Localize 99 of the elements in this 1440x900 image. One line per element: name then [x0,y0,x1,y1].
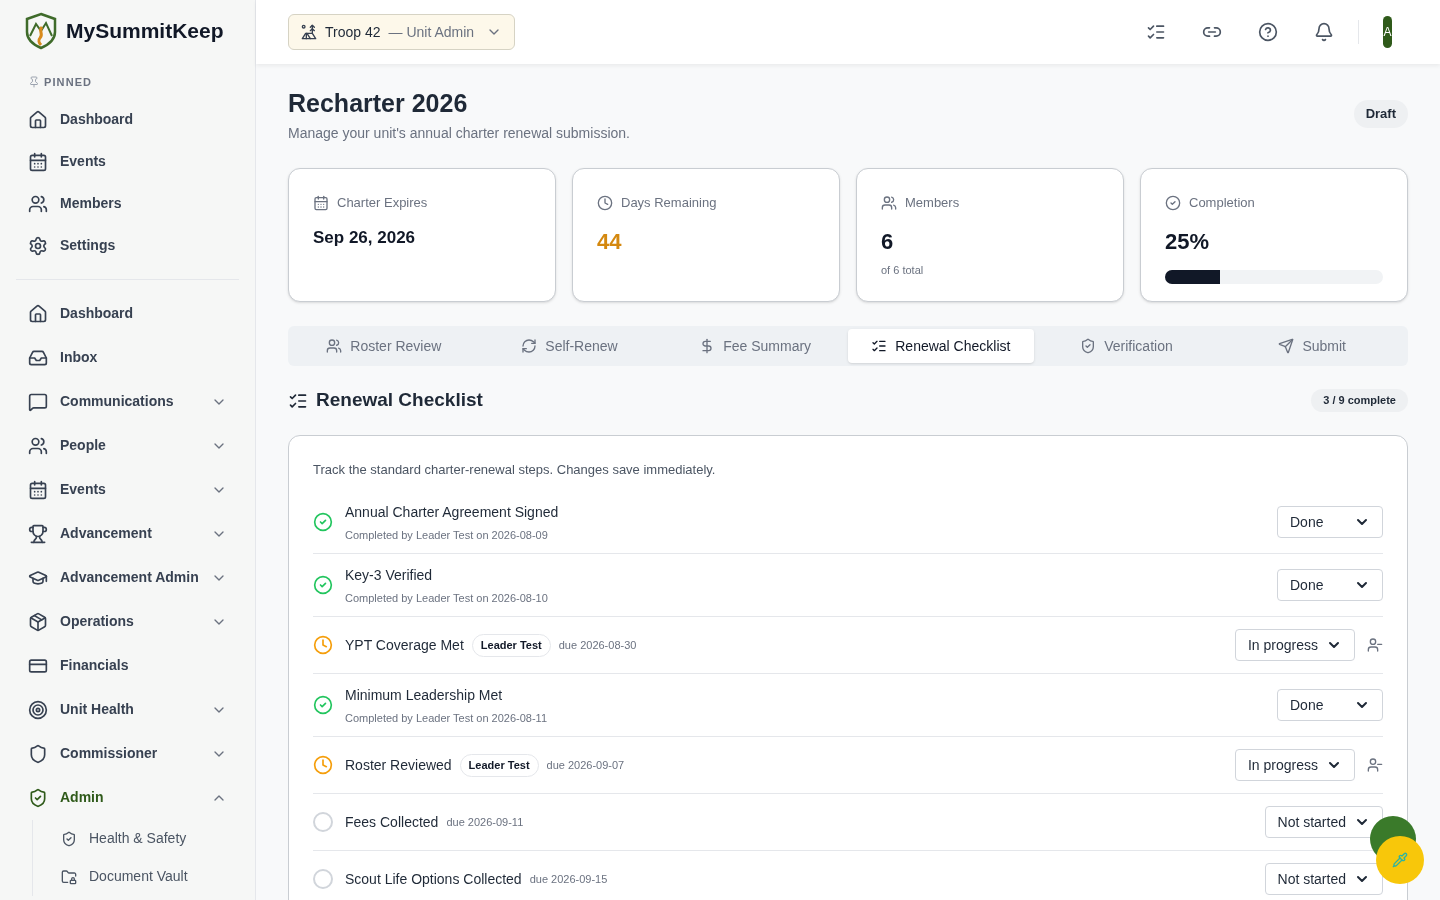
shield-check-icon [28,787,48,808]
status-select[interactable]: Done [1277,506,1383,539]
box-icon [28,611,48,632]
tab[interactable]: Submit [1219,329,1405,364]
due-date: due 2026-09-07 [546,758,625,773]
users-icon [326,338,343,355]
stat-label: Charter Expires [337,194,428,213]
sidebar-item[interactable]: Dashboard [0,98,255,141]
tab[interactable]: Roster Review [291,329,477,364]
message-icon [28,391,48,412]
users-icon [881,195,897,211]
calendar-icon [313,195,329,211]
shield-check-icon [61,830,77,847]
sidebar-item[interactable]: Operations [0,599,255,644]
tent-icon [301,24,317,40]
sidebar-item[interactable]: Inbox [0,335,255,380]
check-circle-icon [313,512,333,533]
section-label: PINNED [44,75,93,90]
unassign-icon[interactable] [1367,637,1383,654]
tab[interactable]: Renewal Checklist [848,329,1034,364]
due-date: due 2026-09-15 [529,872,608,887]
sidebar-subitem[interactable]: Health & Safety [33,819,255,858]
sidebar-item[interactable]: Events [0,140,255,183]
sidebar-item[interactable]: Settings [0,224,255,267]
tab[interactable]: Fee Summary [662,329,848,364]
check-circle-icon [1165,195,1181,211]
stat-label: Completion [1189,194,1255,213]
pipette-icon [1392,852,1408,868]
item-title: Scout Life Options Collected [345,869,522,889]
clock-icon [313,755,333,776]
sidebar-item[interactable]: People [0,423,255,468]
notifications-icon[interactable] [1314,22,1334,42]
status-badge: Draft [1353,100,1408,128]
shield-check-icon [1080,338,1097,355]
sidebar-item[interactable]: Dashboard [0,291,255,336]
stat-value: 25% [1165,227,1211,256]
checklist-intro: Track the standard charter-renewal steps. Changes save immediately. [313,460,717,479]
status-select[interactable]: Done [1277,569,1383,602]
shield-icon [28,743,48,764]
tab[interactable]: Self-Renew [476,329,663,364]
stat-label: Days Remaining [621,194,717,213]
sidebar-item[interactable]: Advancement [0,511,255,556]
tab[interactable]: Verification [1033,329,1220,364]
calendar-icon [28,479,48,500]
sidebar-item[interactable]: Events [0,467,255,512]
settings-icon [28,235,48,256]
check-circle-icon [313,695,333,716]
target-icon [28,699,48,720]
stat-note: of 6 total [881,262,925,278]
item-title: Annual Charter Agreement Signed [345,502,559,522]
stat-label: Members [905,194,960,213]
user-avatar[interactable]: A [1383,16,1392,48]
folder-lock-icon [61,868,77,885]
page-subtitle: Manage your unit's annual charter renewal submission. [288,124,630,144]
unassign-icon[interactable] [1367,757,1383,774]
stat-value: 6 [881,227,895,256]
sidebar-subitem[interactable]: Document Vault [33,857,255,896]
calendar-icon [28,151,48,172]
item-title: Key-3 Verified [345,565,433,585]
sidebar-item[interactable]: Communications [0,379,255,424]
item-title: Roster Reviewed [345,755,452,775]
item-title: Minimum Leadership Met [345,685,503,705]
status-select[interactable]: In progress [1234,749,1355,782]
item-title: Fees Collected [345,812,439,832]
due-date: due 2026-09-11 [446,815,524,830]
completed-note: Completed by Leader Test on 2026-08-09 [345,527,549,543]
sidebar-item[interactable]: Financials [0,643,255,688]
home-icon [28,109,48,130]
completed-note: Completed by Leader Test on 2026-08-11 [345,710,548,726]
home-icon [28,303,48,324]
due-date: due 2026-08-30 [558,638,637,653]
sidebar-item[interactable]: Admin [0,775,255,820]
status-select[interactable]: Done [1277,689,1383,722]
clock-icon [597,195,613,211]
refresh-icon [521,338,538,355]
sidebar-item[interactable]: Commissioner [0,731,255,776]
send-icon [1278,338,1295,355]
users-icon [28,435,48,456]
brand-name: MySummitKeep [66,18,224,45]
help-icon[interactable] [1258,22,1278,42]
logo-icon [24,12,58,50]
page-title: Recharter 2026 [288,88,469,119]
clock-icon [313,635,333,656]
checklist-icon[interactable] [1146,22,1166,42]
pin-icon [28,76,40,89]
completed-note: Completed by Leader Test on 2026-08-10 [345,590,549,606]
unit-selector[interactable]: Troop 42 — Unit Admin [288,14,516,50]
check-circle-icon [313,575,333,596]
users-icon [28,193,48,214]
stat-value: 44 [597,227,623,256]
status-select[interactable]: In progress [1234,629,1355,662]
sidebar-item[interactable]: Members [0,182,255,225]
sidebar-item[interactable]: Advancement Admin [0,555,255,600]
trophy-icon [28,523,48,544]
count-badge: 3 / 9 complete [1311,389,1408,412]
item-title: YPT Coverage Met [345,635,464,655]
section-title: Renewal Checklist [316,388,483,413]
sidebar-item[interactable]: Unit Health [0,687,255,732]
stat-value: Sep 26, 2026 [313,226,417,249]
